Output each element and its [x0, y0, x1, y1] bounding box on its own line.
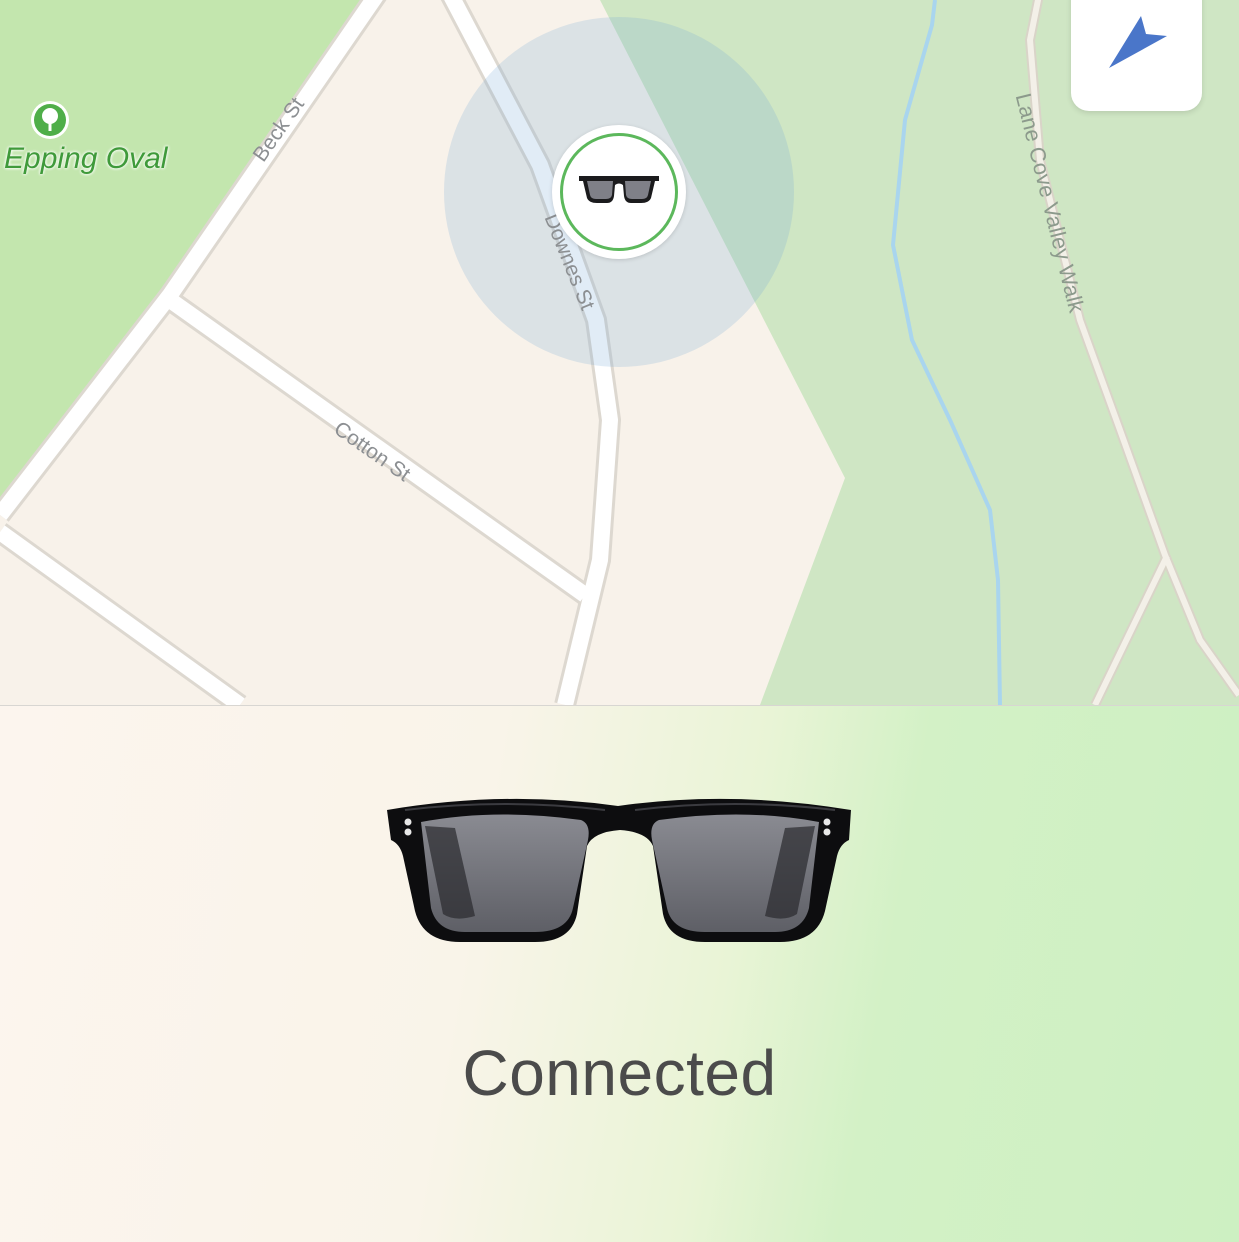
sunglasses-icon: [385, 796, 855, 951]
connected-ring: [560, 133, 678, 251]
poi-label-epping-oval[interactable]: Epping Oval: [4, 142, 167, 176]
locate-me-button[interactable]: [1071, 0, 1202, 111]
device-status-panel: Connected: [0, 706, 1239, 1242]
map-view[interactable]: Beck St Downes St Cotton St Lane Cove Va…: [0, 0, 1239, 705]
tree-icon: [30, 100, 70, 140]
device-location-marker[interactable]: [552, 125, 686, 259]
connection-status-label: Connected: [462, 1037, 777, 1109]
